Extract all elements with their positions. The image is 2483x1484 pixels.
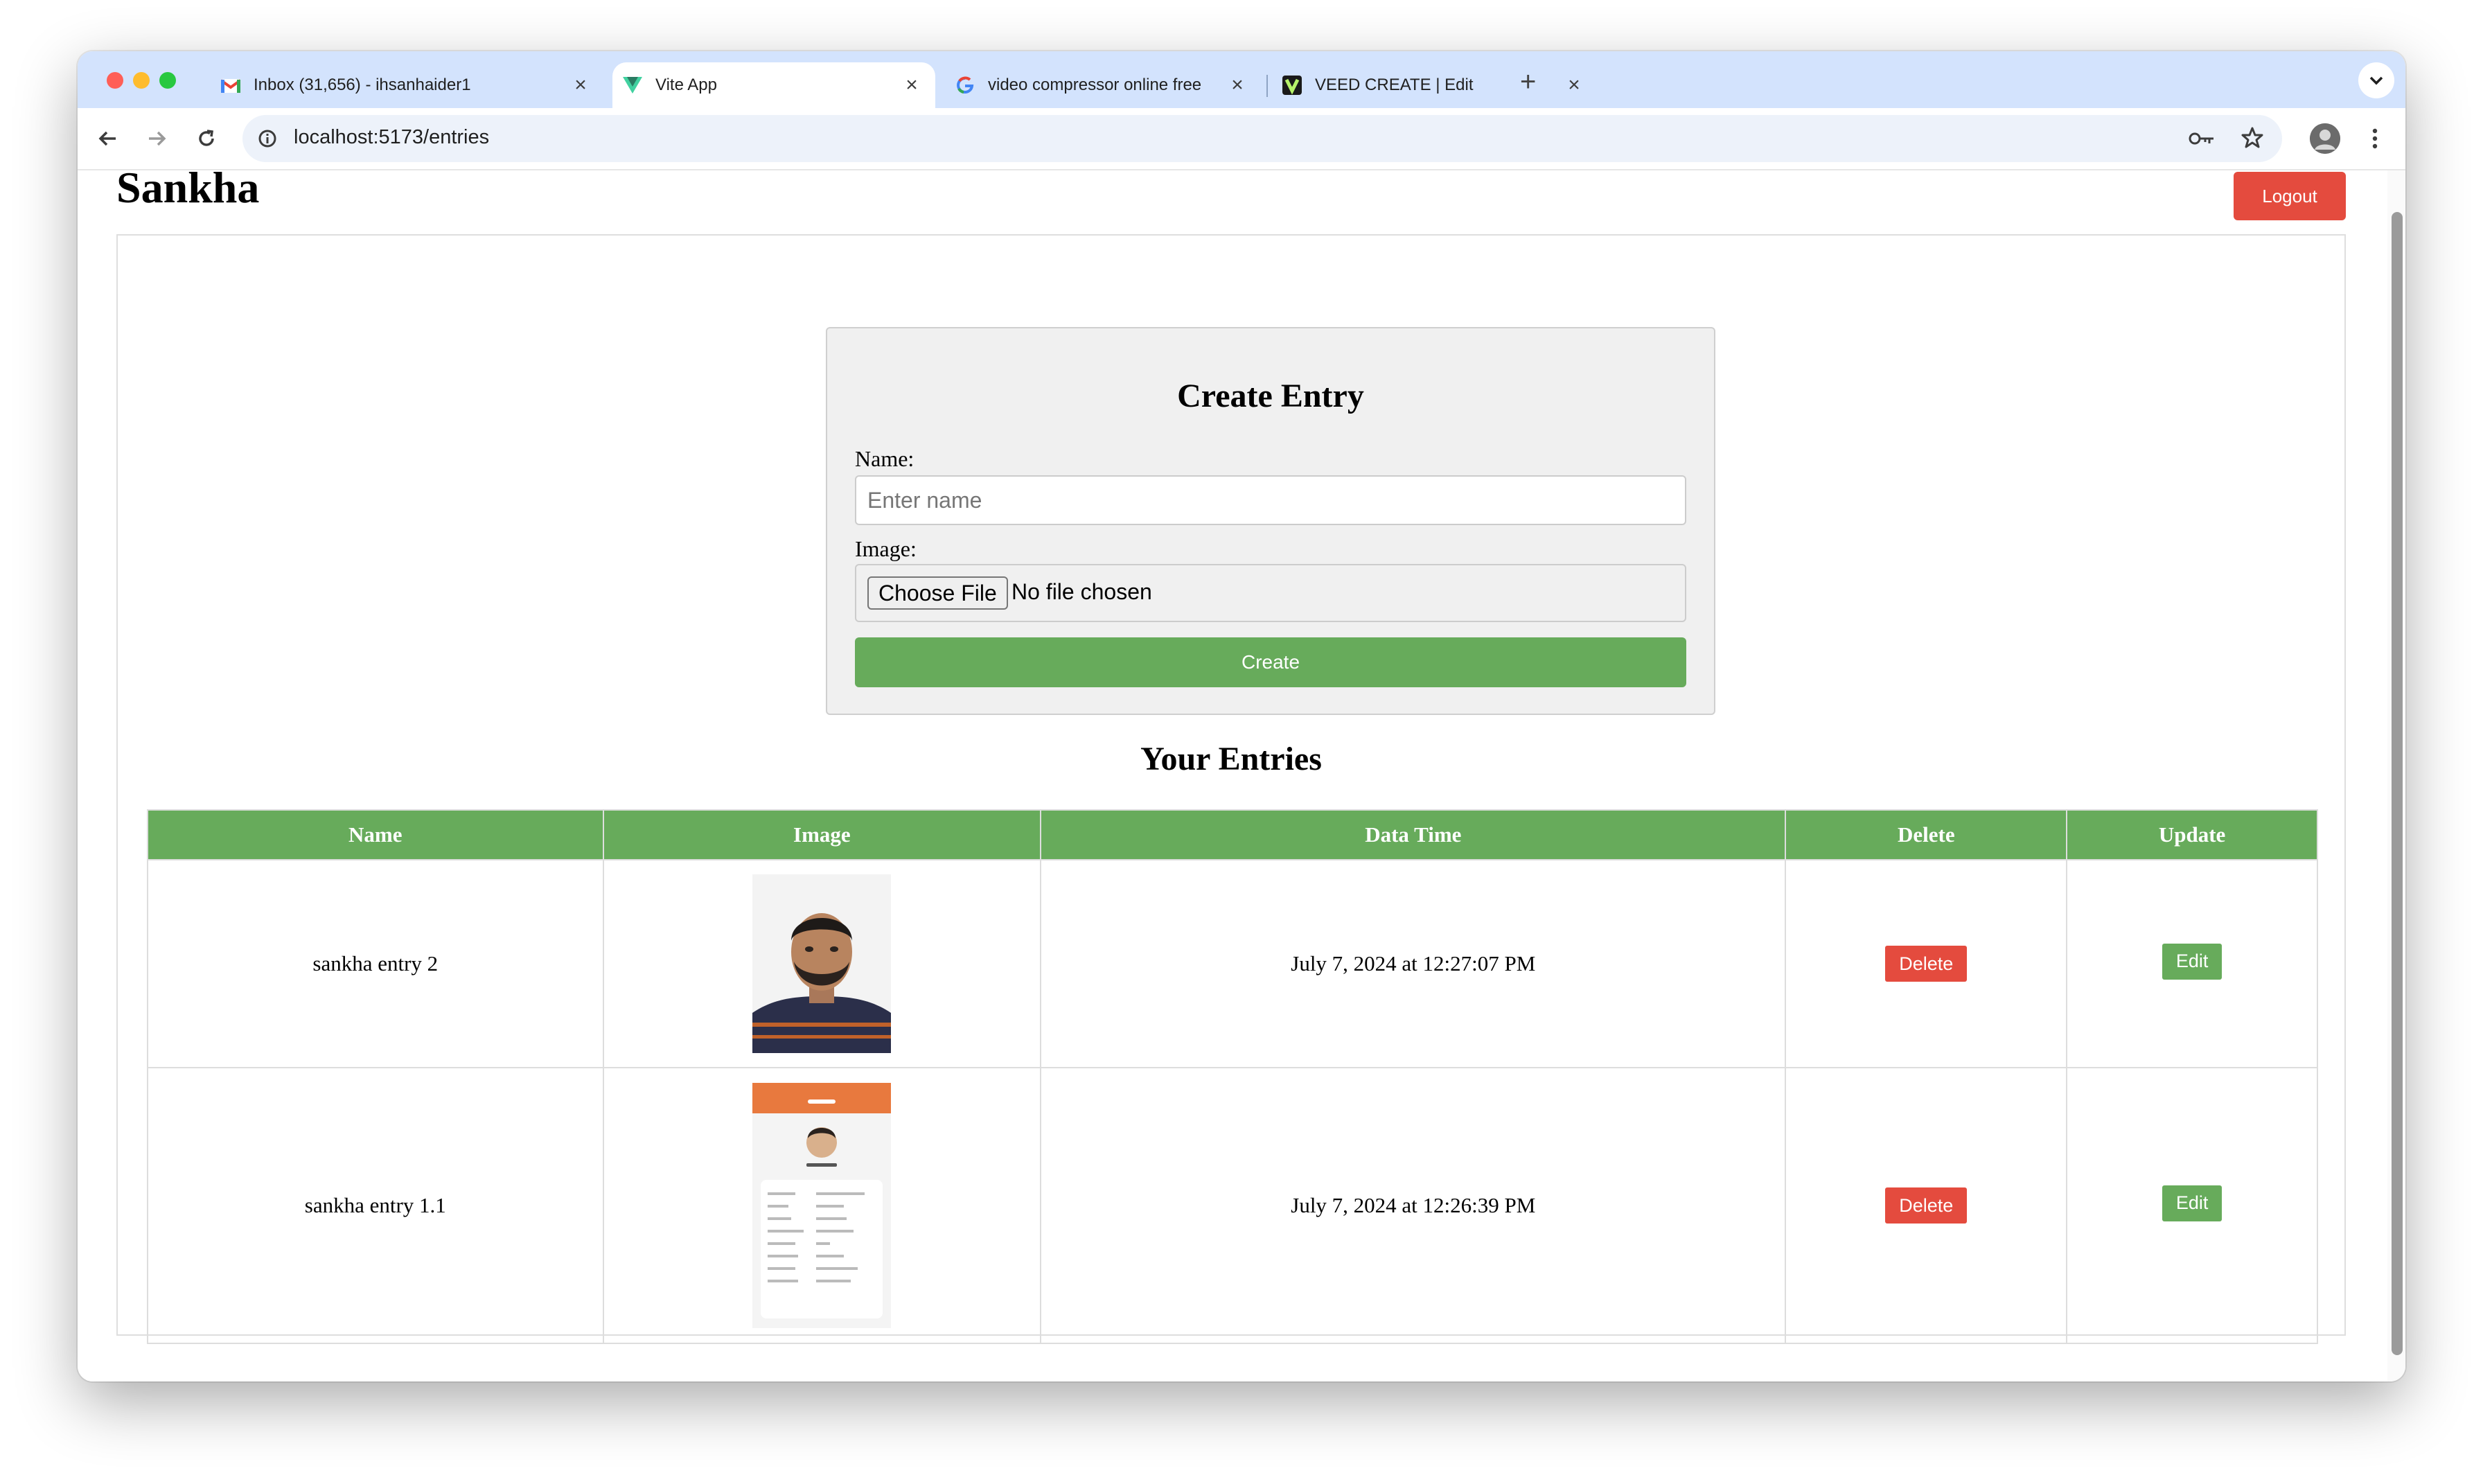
edit-button[interactable]: Edit	[2162, 1185, 2223, 1221]
url-text[interactable]: localhost:5173/entries	[294, 126, 489, 149]
choose-file-button[interactable]: Choose File	[867, 576, 1008, 610]
tab-title: Vite App	[655, 76, 717, 94]
delete-button[interactable]: Delete	[1885, 1187, 1968, 1224]
column-header-datetime: Data Time	[1040, 809, 1787, 860]
entry-datetime: July 7, 2024 at 12:26:39 PM	[1040, 1067, 1787, 1344]
new-tab-button[interactable]: +	[1520, 67, 1536, 98]
file-status-text: No file chosen	[1011, 579, 1152, 604]
form-title: Create Entry	[1177, 378, 1364, 414]
entries-table: Name Image Data Time Delete Update sankh…	[147, 809, 2318, 1344]
image-file-input[interactable]: Choose File No file chosen	[855, 564, 1686, 622]
tab-separator	[1266, 75, 1268, 97]
reload-icon	[199, 130, 214, 146]
entries-title: Your Entries	[1140, 741, 1322, 777]
browser-window: Inbox (31,656) - ihsanhaider1 × Vite App…	[78, 51, 2405, 1381]
tab-strip: Inbox (31,656) - ihsanhaider1 × Vite App…	[78, 51, 2405, 108]
minimize-window-button[interactable]	[133, 72, 150, 89]
tab-gmail[interactable]: Inbox (31,656) - ihsanhaider1 ×	[195, 62, 604, 108]
back-button[interactable]	[94, 125, 122, 152]
image-label: Image:	[855, 536, 917, 561]
zoom-window-button[interactable]	[159, 72, 176, 89]
password-key-icon[interactable]	[2188, 129, 2216, 152]
forward-button[interactable]	[143, 125, 170, 152]
create-button[interactable]: Create	[855, 637, 1686, 687]
page-title: Sankha	[116, 170, 260, 212]
column-header-name: Name	[147, 809, 604, 860]
close-tab-icon[interactable]: ×	[567, 73, 594, 97]
bookmark-star-icon[interactable]	[2241, 126, 2264, 153]
create-entry-form: Create Entry Name: Image: Choose File No…	[826, 327, 1715, 715]
address-bar[interactable]: localhost:5173/entries	[242, 115, 2282, 162]
edit-button[interactable]: Edit	[2162, 943, 2223, 980]
table-header-row: Name Image Data Time Delete Update	[147, 809, 2318, 860]
browser-toolbar: localhost:5173/entries	[78, 108, 2405, 170]
arrow-right-icon	[149, 131, 166, 146]
entry-name: sankha entry 2	[147, 859, 604, 1068]
entry-update-cell: Edit	[2066, 1067, 2318, 1344]
table-row: sankha entry 2 July 7, 2024 at 12:27:07 …	[147, 859, 2318, 1068]
arrow-left-icon	[98, 131, 116, 146]
name-label: Name:	[855, 446, 914, 471]
site-info-icon[interactable]	[258, 129, 277, 152]
entry-delete-cell: Delete	[1785, 859, 2068, 1068]
entry-image-cell	[602, 859, 1042, 1068]
logout-button[interactable]: Logout	[2234, 172, 2346, 220]
vite-icon	[622, 75, 643, 96]
page-content: Sankha Logout Create Entry Name: Image: …	[78, 170, 2405, 1381]
entry-thumbnail-profile-screen	[752, 1083, 892, 1328]
scrollbar-thumb[interactable]	[2392, 212, 2403, 1355]
entry-delete-cell: Delete	[1785, 1067, 2068, 1344]
delete-button[interactable]: Delete	[1885, 946, 1968, 982]
entry-image-cell	[602, 1067, 1042, 1344]
close-tab-icon[interactable]: ×	[898, 73, 926, 97]
entry-datetime: July 7, 2024 at 12:27:07 PM	[1040, 859, 1787, 1068]
entry-thumbnail-portrait	[752, 874, 892, 1053]
close-window-button[interactable]	[107, 72, 123, 89]
table-row: sankha entry 1.1 July 7, 2024 at 12:26:3…	[147, 1067, 2318, 1344]
chevron-down-icon	[2369, 76, 2383, 85]
column-header-image: Image	[602, 809, 1042, 860]
entry-name: sankha entry 1.1	[147, 1067, 604, 1344]
google-icon	[955, 75, 975, 96]
browser-menu-button[interactable]	[2361, 125, 2389, 152]
column-header-update: Update	[2066, 809, 2318, 860]
tab-veed[interactable]: VEED CREATE | Edit ×	[1269, 62, 1598, 108]
close-tab-icon[interactable]: ×	[1560, 73, 1588, 97]
page-scrollbar[interactable]	[2387, 170, 2405, 1381]
profile-avatar[interactable]	[2310, 123, 2340, 154]
close-tab-icon[interactable]: ×	[1223, 73, 1251, 97]
veed-icon	[1282, 75, 1302, 96]
avatar-icon	[2310, 123, 2340, 154]
more-vertical-icon	[2372, 128, 2378, 149]
tab-vite-app[interactable]: Vite App ×	[612, 62, 935, 108]
tab-title: Inbox (31,656) - ihsanhaider1	[254, 76, 471, 94]
reload-button[interactable]	[193, 125, 220, 152]
main-container: Create Entry Name: Image: Choose File No…	[116, 234, 2346, 1344]
gmail-icon	[220, 75, 241, 96]
name-input[interactable]	[855, 475, 1686, 525]
tab-google-search[interactable]: video compressor online free ×	[937, 62, 1261, 108]
column-header-delete: Delete	[1785, 809, 2068, 860]
tab-search-button[interactable]	[2358, 62, 2394, 98]
entry-update-cell: Edit	[2066, 859, 2318, 1068]
tab-title: video compressor online free	[988, 76, 1202, 94]
